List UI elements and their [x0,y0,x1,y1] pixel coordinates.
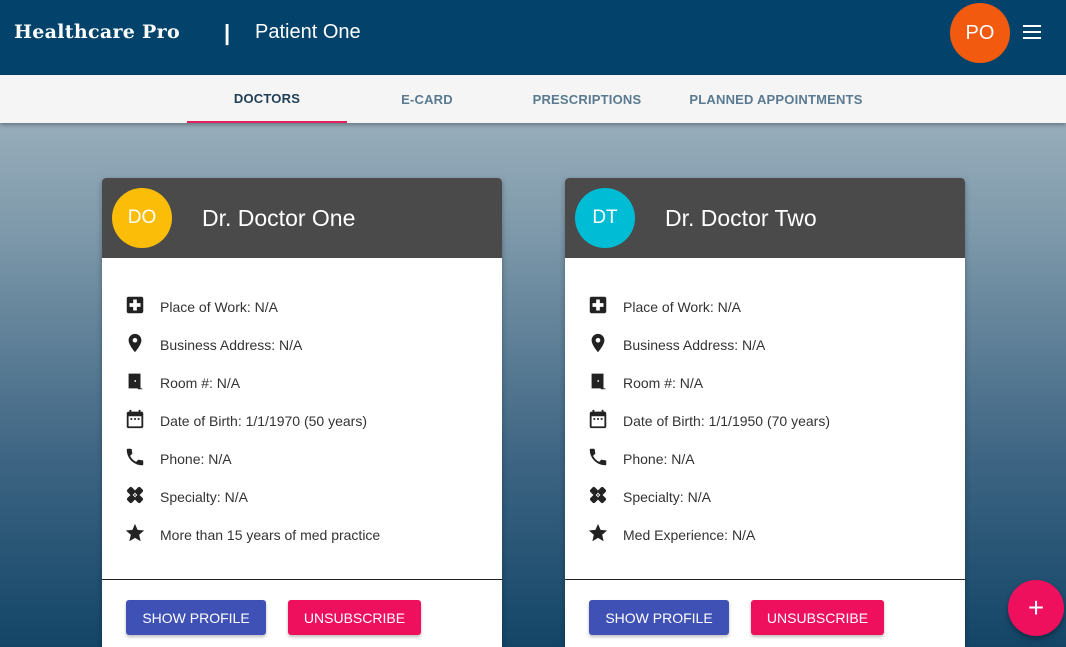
tab-prescriptions[interactable]: PRESCRIPTIONS [507,75,667,123]
detail-row-specialty: Specialty: N/A [102,478,502,516]
detail-row-date-of-birth: Date of Birth: 1/1/1950 (70 years) [565,402,965,440]
location-pin-icon [591,333,605,353]
doctor-name: Dr. Doctor Two [665,205,817,231]
doctor-name: Dr. Doctor One [202,205,356,231]
unsubscribe-button[interactable]: UNSUBSCRIBE [751,600,884,635]
tab-planned-appointments[interactable]: PLANNED APPOINTMENTS [667,75,885,123]
bandage-icon [590,487,606,503]
card-header: DO Dr. Doctor One [102,178,502,258]
detail-label: Phone: N/A [160,451,232,467]
door-icon [128,373,143,390]
detail-label: Phone: N/A [623,451,695,467]
star-icon [125,523,145,542]
card-header: DT Dr. Doctor Two [565,178,965,258]
add-button[interactable]: + [1008,580,1064,636]
detail-row-business-address: Business Address: N/A [102,326,502,364]
detail-row-place-of-work: Place of Work: N/A [102,288,502,326]
detail-row-phone: Phone: N/A [102,440,502,478]
header-separator: | [224,20,231,45]
brand-logo[interactable]: Healthcare Pro [14,21,180,43]
hospital-cross-icon [589,296,607,314]
card-divider [565,579,965,580]
doctor-card: DO Dr. Doctor One Place of Work: N/A Bus… [102,178,502,647]
phone-icon [589,448,607,466]
detail-label: Specialty: N/A [160,489,248,505]
tab-bar: DOCTORS E-CARD PRESCRIPTIONS PLANNED APP… [0,75,1066,123]
bandage-icon [127,487,143,503]
detail-label: Place of Work: N/A [160,299,279,315]
patient-name: Patient One [255,21,361,43]
hospital-cross-icon [126,296,144,314]
detail-label: Date of Birth: 1/1/1950 (70 years) [623,413,830,429]
detail-row-room: Room #: N/A [102,364,502,402]
star-icon [588,523,608,542]
card-divider [102,579,502,580]
detail-row-specialty: Specialty: N/A [565,478,965,516]
show-profile-button[interactable]: SHOW PROFILE [126,600,266,635]
tab-e-card[interactable]: E-CARD [347,75,507,123]
calendar-icon [589,409,607,429]
detail-row-experience: More than 15 years of med practice [102,516,502,554]
location-pin-icon [128,333,142,353]
detail-row-business-address: Business Address: N/A [565,326,965,364]
detail-label: Business Address: N/A [623,337,766,353]
detail-label: Med Experience: N/A [623,527,756,543]
detail-row-experience: Med Experience: N/A [565,516,965,554]
detail-label: Business Address: N/A [160,337,303,353]
unsubscribe-button[interactable]: UNSUBSCRIBE [288,600,421,635]
door-icon [591,373,606,390]
tab-doctors[interactable]: DOCTORS [187,75,347,123]
hamburger-menu-icon[interactable] [1023,25,1041,39]
detail-row-place-of-work: Place of Work: N/A [565,288,965,326]
doctor-card: DT Dr. Doctor Two Place of Work: N/A Bus… [565,178,965,647]
doctor-avatar: DT [575,188,635,248]
calendar-icon [126,409,144,429]
app-header: Healthcare Pro | Patient One PO [0,0,1066,75]
add-icon: + [1027,592,1045,623]
detail-label: Place of Work: N/A [623,299,742,315]
detail-label: Specialty: N/A [623,489,711,505]
detail-row-date-of-birth: Date of Birth: 1/1/1970 (50 years) [102,402,502,440]
detail-row-room: Room #: N/A [565,364,965,402]
detail-label: Room #: N/A [160,375,241,391]
user-avatar[interactable]: PO [950,3,1010,63]
detail-label: Room #: N/A [623,375,704,391]
doctor-avatar: DO [112,188,172,248]
detail-row-phone: Phone: N/A [565,440,965,478]
detail-label: More than 15 years of med practice [160,527,381,543]
phone-icon [126,448,144,466]
detail-label: Date of Birth: 1/1/1970 (50 years) [160,413,367,429]
show-profile-button[interactable]: SHOW PROFILE [589,600,729,635]
